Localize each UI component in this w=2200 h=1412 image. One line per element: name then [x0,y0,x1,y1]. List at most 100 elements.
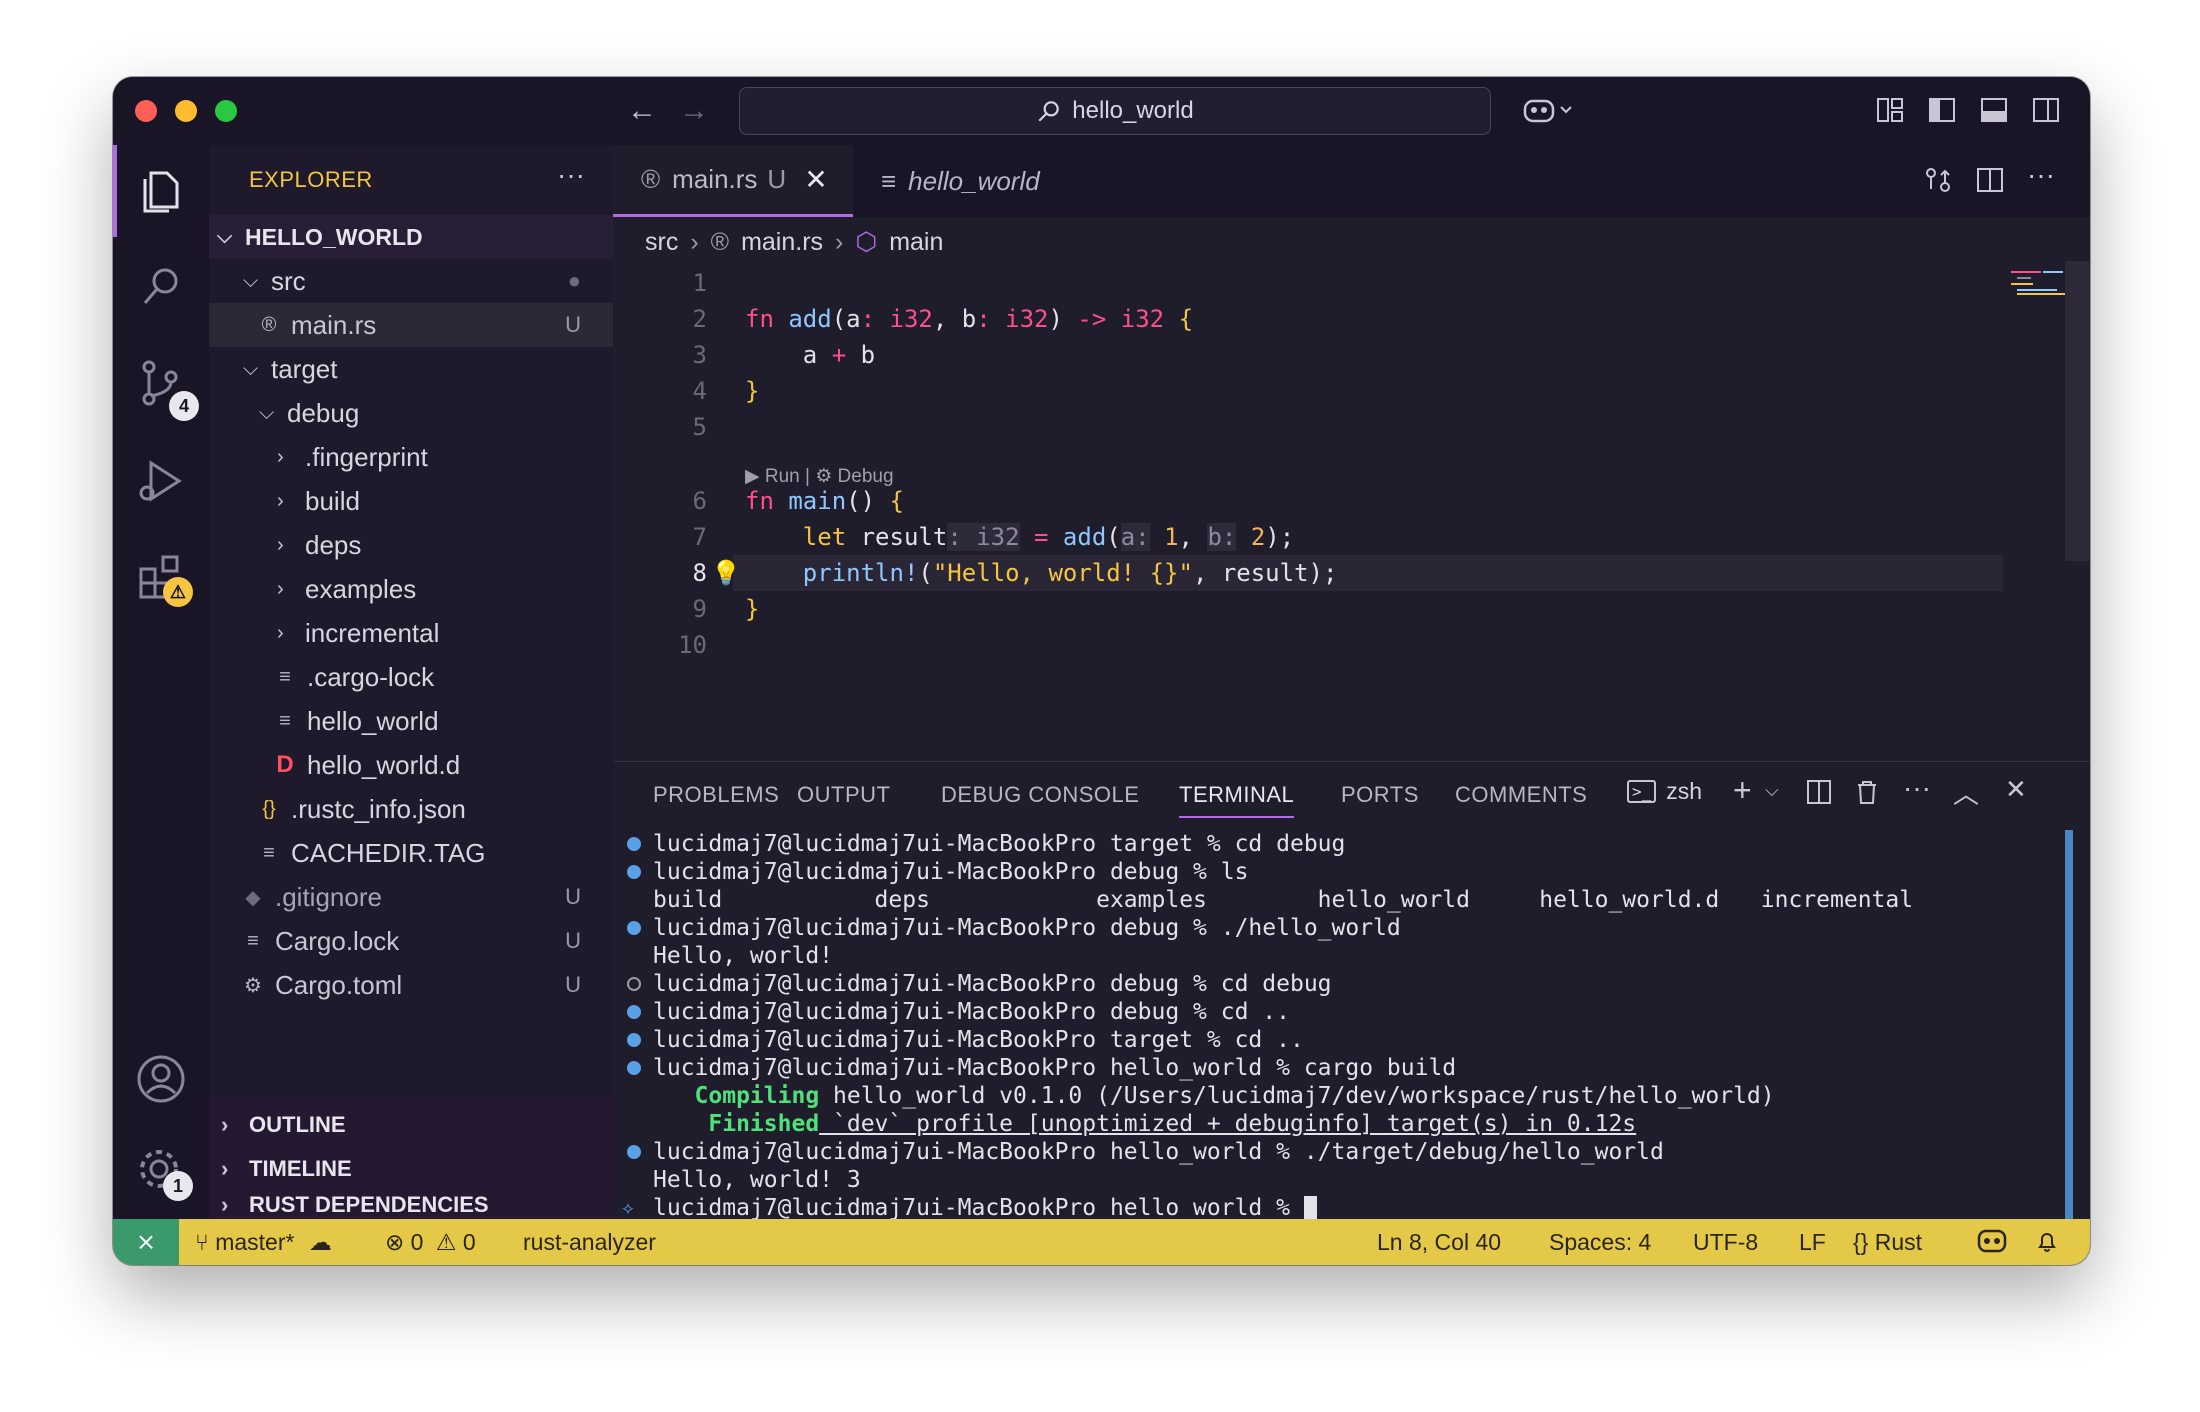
indentation[interactable]: Spaces: 4 [1549,1229,1651,1256]
chevron-right-icon: › [277,577,284,600]
end-of-line[interactable]: LF [1799,1229,1826,1256]
workspace-root[interactable]: ⌵ HELLO_WORLD [209,215,613,259]
close-window-button[interactable] [135,100,157,122]
language-mode[interactable]: {} Rust [1853,1229,1922,1256]
search-icon[interactable] [135,261,187,313]
command-center-search[interactable]: hello_world [739,87,1491,135]
tab-comments[interactable]: COMMENTS [1455,782,1587,808]
tree-item-incremental[interactable]: › incremental [209,611,613,655]
text-file-icon: ≡ [279,665,291,688]
customize-layout-icon[interactable] [1875,95,1905,125]
tree-item-fingerprint[interactable]: › .fingerprint [209,435,613,479]
more-actions-icon[interactable]: ··· [2027,159,2057,190]
split-terminal-icon[interactable] [1805,778,1833,811]
maximize-window-button[interactable] [215,100,237,122]
tree-item-cachedir-tag[interactable]: ≡ CACHEDIR.TAG [209,831,613,875]
tab-main-rs[interactable]: ® main.rs U ✕ [613,145,853,217]
chevron-right-icon: › [221,1192,229,1217]
editor-scrollbar[interactable] [2065,261,2089,561]
breadcrumb: src › ® main.rs › ⬡ main [645,227,943,257]
text-file-icon: ≡ [279,709,291,732]
minimize-window-button[interactable] [175,100,197,122]
tree-item-hello-world-d[interactable]: D hello_world.d [209,743,613,787]
tab-debug-console[interactable]: DEBUG CONSOLE [941,782,1139,808]
maximize-panel-icon[interactable]: ︿ [1953,774,1979,811]
terminal-scrollbar[interactable] [2065,830,2073,1220]
section-rust-dependencies[interactable]: › RUST DEPENDENCIES [209,1191,613,1219]
back-arrow-icon[interactable]: ← [627,93,657,129]
search-label: hello_world [1072,97,1194,124]
source-control-icon[interactable]: 4 [135,357,199,421]
trash-icon[interactable] [1853,778,1881,811]
tree-item-main-rs[interactable]: ® main.rs U [209,303,613,347]
account-icon[interactable] [135,1053,187,1105]
settings-gear-icon[interactable]: 1 [135,1145,193,1201]
tree-item-cargo-lock[interactable]: ≡ Cargo.lock U [209,919,613,963]
more-actions-icon[interactable]: ··· [557,159,585,191]
tree-item-rustc-info[interactable]: {} .rustc_info.json [209,787,613,831]
toggle-primary-sidebar-icon[interactable] [1927,95,1957,125]
problems-indicator[interactable]: ⊗ 0 ⚠ 0 [385,1229,476,1256]
section-outline[interactable]: › OUTLINE [209,1103,613,1147]
error-icon: ⊗ [385,1229,405,1255]
tab-problems[interactable]: PROBLEMS [653,782,779,808]
code-line: 2 fn add(a: i32, b: i32) -> i32 { [692,305,1194,333]
code-line: 6 fn main() { [692,487,904,515]
tree-item-hello-world-binary[interactable]: ≡ hello_world [209,699,613,743]
tree-item-src[interactable]: ⌵ src ● [209,259,613,303]
lightbulb-icon[interactable]: 💡 [711,555,741,591]
tree-item-cargo-lock-file[interactable]: ≡ .cargo-lock [209,655,613,699]
explorer-icon[interactable] [135,165,187,217]
language-server-status[interactable]: rust-analyzer [523,1229,656,1256]
chevron-right-icon: › [221,1112,229,1137]
editor-area: ® main.rs U ✕ ≡ hello_world ··· src › ® … [613,145,2090,761]
toggle-secondary-sidebar-icon[interactable] [2031,95,2061,125]
copilot-icon[interactable] [1523,95,1573,125]
notifications-bell-icon[interactable] [2035,1229,2059,1259]
open-changes-icon[interactable] [1923,165,1953,195]
code-line: 8 💡 println!("Hello, world! {}", result)… [613,555,1993,591]
text-file-icon: ≡ [247,929,259,952]
terminal-line: lucidmaj7@lucidmaj7ui-MacBookPro target … [627,830,1345,858]
breadcrumb-main[interactable]: main [889,228,943,257]
branch-icon: ⑂ [195,1229,209,1255]
section-timeline[interactable]: › TIMELINE [209,1147,613,1191]
encoding[interactable]: UTF-8 [1693,1229,1758,1256]
terminal-shell-selector[interactable]: >_ zsh [1627,778,1702,805]
tree-item-target[interactable]: ⌵ target [209,347,613,391]
copilot-status-icon[interactable] [1977,1229,2007,1259]
branch-indicator[interactable]: ⑂ master* ☁ [195,1229,332,1256]
text-file-icon: ≡ [881,165,897,196]
extensions-icon[interactable]: ⚠ [135,551,193,607]
forward-arrow-icon[interactable]: → [679,93,709,129]
tree-item-build[interactable]: › build [209,479,613,523]
tree-item-gitignore[interactable]: ◆ .gitignore U [209,875,613,919]
function-symbol-icon: ⬡ [855,228,878,256]
chevron-down-icon[interactable]: ⌵ [1765,780,1779,801]
tab-ports[interactable]: PORTS [1341,782,1419,808]
terminal-cursor [1303,1195,1317,1222]
toggle-panel-icon[interactable] [1979,95,2009,125]
tab-output[interactable]: OUTPUT [797,782,890,808]
close-tab-icon[interactable]: ✕ [804,163,827,196]
close-panel-icon[interactable]: ✕ [2005,774,2027,805]
tree-item-cargo-toml[interactable]: ⚙ Cargo.toml U [209,963,613,1007]
breadcrumb-src[interactable]: src [645,228,678,257]
d-file-icon: D [276,751,294,778]
terminal-line: Finished `dev` profile [unoptimized + de… [708,1111,1637,1137]
new-terminal-icon[interactable]: + [1733,772,1752,809]
terminal-line: build deps examples hello_world hello_wo… [653,887,1914,913]
tree-item-debug[interactable]: ⌵ debug [209,391,613,435]
split-editor-icon[interactable] [1975,165,2005,195]
breadcrumb-main-rs[interactable]: main.rs [741,228,823,257]
tree-item-deps[interactable]: › deps [209,523,613,567]
rust-file-icon: ® [641,164,661,194]
more-actions-icon[interactable]: ··· [1903,772,1931,804]
remote-indicator-icon[interactable]: ⨯ [113,1219,179,1265]
tree-item-examples[interactable]: › examples [209,567,613,611]
gear-file-icon: ⚙ [244,974,262,997]
tab-terminal[interactable]: TERMINAL [1179,782,1295,818]
cursor-position[interactable]: Ln 8, Col 40 [1377,1229,1501,1256]
tab-hello-world[interactable]: ≡ hello_world [881,145,1040,217]
run-debug-icon[interactable] [135,455,187,507]
